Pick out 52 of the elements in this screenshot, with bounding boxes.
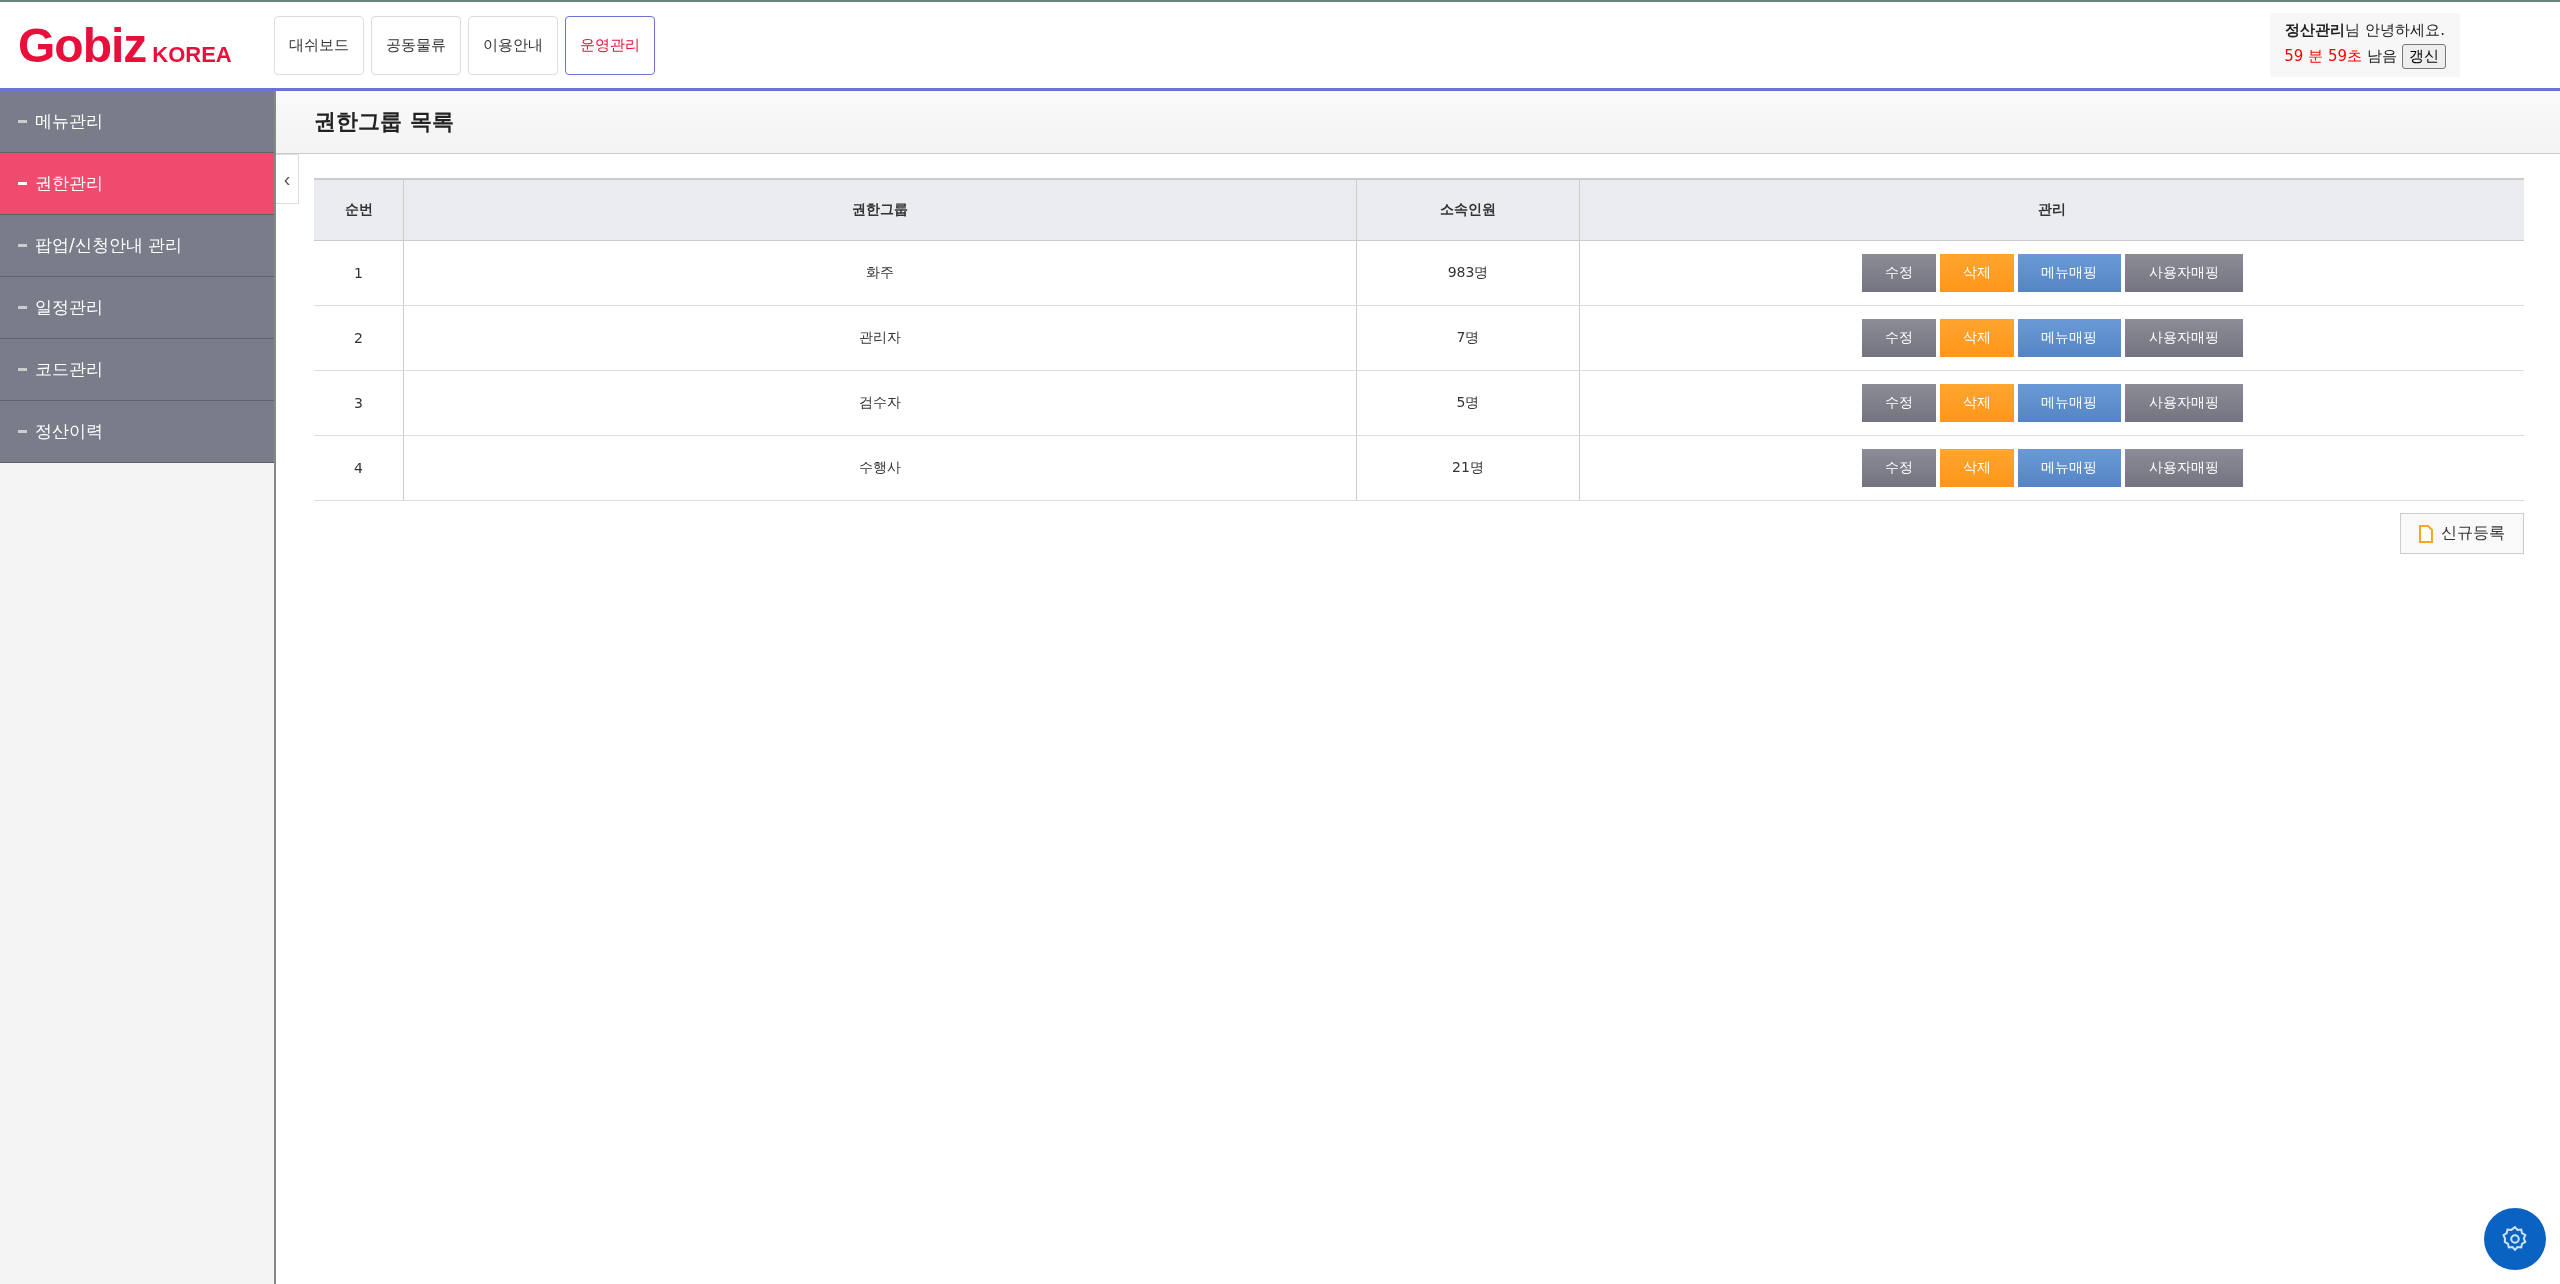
remaining-label: 남음 — [2367, 47, 2397, 66]
menu-button[interactable]: 메뉴매핑 — [2017, 384, 2121, 422]
nav-tab[interactable]: 운영관리 — [565, 15, 655, 75]
table-cell: 5명 — [1356, 370, 1580, 436]
nav-tab[interactable]: 공동물류 — [371, 15, 461, 75]
sidebar-item[interactable]: 코드관리 — [0, 339, 274, 401]
edit-button[interactable]: 수정 — [1861, 254, 1936, 292]
edit-button[interactable]: 수정 — [1861, 449, 1936, 487]
user-button[interactable]: 사용자매핑 — [2124, 319, 2243, 357]
sidebar-item[interactable]: 팝업/신청안내 관리 — [0, 215, 274, 277]
greeting-text: 정산관리님 안녕하세요. — [2285, 21, 2445, 40]
sidebar-item[interactable]: 일정관리 — [0, 277, 274, 339]
table-cell: 4 — [314, 435, 404, 501]
edit-button[interactable]: 수정 — [1861, 384, 1936, 422]
sidebar-item[interactable]: 권한관리 — [0, 153, 274, 215]
delete-button[interactable]: 삭제 — [1939, 254, 2014, 292]
document-icon — [2419, 524, 2433, 543]
user-button[interactable]: 사용자매핑 — [2124, 254, 2243, 292]
edit-button[interactable]: 수정 — [1861, 319, 1936, 357]
sidebar-item[interactable]: 메뉴관리 — [0, 91, 274, 153]
table-cell: 3 — [314, 370, 404, 436]
delete-button[interactable]: 삭제 — [1939, 319, 2014, 357]
delete-button[interactable]: 삭제 — [1939, 449, 2014, 487]
delete-button[interactable]: 삭제 — [1939, 384, 2014, 422]
table-cell: 관리자 — [403, 305, 1357, 371]
menu-button[interactable]: 메뉴매핑 — [2017, 254, 2121, 292]
logo-wordmark: Gobiz — [18, 17, 147, 73]
column-header: 소속인원 — [1356, 179, 1580, 241]
table-cell: 2 — [314, 305, 404, 371]
nav-tab[interactable]: 대쉬보드 — [274, 15, 364, 75]
column-header: 순번 — [314, 179, 404, 241]
new-register-button[interactable]: 신규등록 — [2400, 513, 2524, 554]
session-timer: 59 분 59초 — [2284, 47, 2362, 66]
table-cell: 검수자 — [403, 370, 1357, 436]
user-button[interactable]: 사용자매핑 — [2124, 449, 2243, 487]
menu-button[interactable]: 메뉴매핑 — [2017, 449, 2121, 487]
page-title: 권한그룹 목록 — [314, 108, 454, 136]
column-header: 관리 — [1579, 179, 2524, 241]
menu-button[interactable]: 메뉴매핑 — [2017, 319, 2121, 357]
table-cell: 1 — [314, 240, 404, 306]
table-cell: 21명 — [1356, 435, 1580, 501]
table-cell: 수행사 — [403, 435, 1357, 501]
table-cell: 7명 — [1356, 305, 1580, 371]
nav-tab[interactable]: 이용안내 — [468, 15, 558, 75]
sidebar-item[interactable]: 정산이력 — [0, 401, 274, 463]
collapse-button[interactable]: ‹ — [276, 154, 299, 204]
logo-suffix: KOREA — [152, 41, 232, 68]
table-cell: 983명 — [1356, 240, 1580, 306]
user-button[interactable]: 사용자매핑 — [2124, 384, 2243, 422]
column-header: 권한그룹 — [403, 179, 1357, 241]
refresh-button[interactable]: 갱신 — [2402, 44, 2446, 69]
table-cell: 화주 — [403, 240, 1357, 306]
